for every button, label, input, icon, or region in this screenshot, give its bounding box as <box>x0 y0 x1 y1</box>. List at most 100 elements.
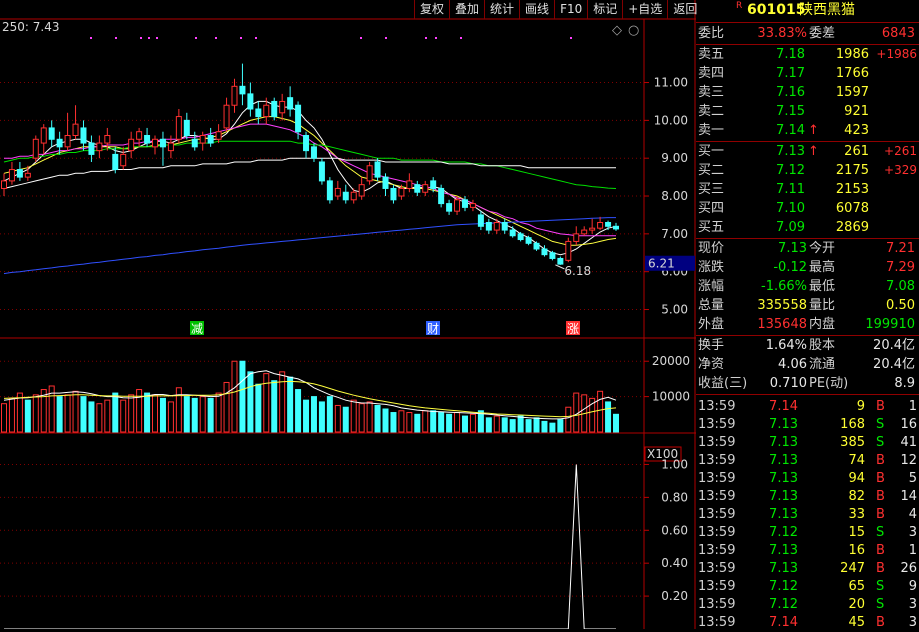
price-tick-label: 10.00 <box>654 113 688 127</box>
volume-bar <box>525 419 532 433</box>
volume-bar <box>303 399 310 433</box>
candle-body <box>430 180 437 189</box>
tick-volume: 45 <box>848 615 865 630</box>
price-ma-line-2 <box>4 123 616 237</box>
ask-row-2: 卖二 7.15 921 <box>696 102 919 121</box>
bid-row-5: 买五 7.09 2869 <box>696 218 919 237</box>
bid-label: 买三 <box>698 182 725 197</box>
price-tick-label: 5.00 <box>661 303 688 317</box>
tick-side: S <box>876 435 885 450</box>
candle-body <box>597 222 604 229</box>
candle-body <box>581 229 588 235</box>
volume-bar <box>112 392 119 433</box>
stat-row-2: 涨幅 -1.66% 最低 7.08 <box>696 277 919 296</box>
stat-row-3: 总量 335558 量比 0.50 <box>696 296 919 315</box>
volume-bar <box>318 401 325 433</box>
candle-body <box>239 85 246 95</box>
candle-body <box>279 100 286 114</box>
toolbar-button-0[interactable]: 复权 <box>414 0 449 19</box>
toolbar-button-3[interactable]: 画线 <box>519 0 554 19</box>
candle-body <box>287 97 294 110</box>
volume-bar <box>88 401 95 433</box>
fundamental-label: 换手 <box>698 338 725 353</box>
volume-bar <box>72 390 79 433</box>
candle-body <box>56 138 63 148</box>
top-marker-dot <box>240 37 242 39</box>
wei-bi-label: 委比 <box>698 26 725 41</box>
volume-bar <box>517 415 524 433</box>
fundamental-label: 收益(三) <box>698 376 748 391</box>
bid-row-3: 买三 7.11 2153 <box>696 180 919 199</box>
stat-label: 内盘 <box>809 317 836 332</box>
volume-bar <box>358 403 365 433</box>
candle-body <box>501 222 508 231</box>
ask-row-5: 卖五 7.18 1986 +1986 <box>696 45 919 64</box>
toolbar-button-2[interactable]: 统计 <box>484 0 519 19</box>
candle-body <box>112 153 119 171</box>
tick-time: 13:59 <box>698 435 736 450</box>
volume-bar <box>32 394 39 433</box>
candle-body <box>334 187 341 197</box>
candle-body <box>326 180 333 201</box>
stat-label: 涨跌 <box>698 260 725 275</box>
ask-change: +1986 <box>876 47 917 61</box>
toolbar-button-5[interactable]: 标记 <box>587 0 622 19</box>
candle-body <box>438 187 445 205</box>
candle-body <box>406 180 413 189</box>
tick-count: 9 <box>908 579 917 594</box>
candle-body <box>573 233 580 242</box>
event-marker-label: 财 <box>427 322 439 336</box>
toolbar-button-4[interactable]: F10 <box>554 0 587 19</box>
candle-body <box>88 142 95 155</box>
top-marker-dot <box>215 37 217 39</box>
tick-price: 7.13 <box>769 561 798 576</box>
volume-bar <box>207 397 214 433</box>
quote-panel: R 601015 陕西黑猫 委比 33.83% 委差 6843 卖五 7.18 1986 +1986… <box>696 0 919 632</box>
stat-value: 7.29 <box>886 260 915 275</box>
stat-value: 7.08 <box>886 279 915 294</box>
tick-price: 7.12 <box>769 597 798 612</box>
tick-count: 41 <box>900 435 917 450</box>
event-marker-label: 减 <box>191 322 203 336</box>
volume-bar <box>469 413 476 433</box>
event-marker-label: 涨 <box>567 321 579 336</box>
ask-label: 卖四 <box>698 66 725 81</box>
kline-chart-area[interactable]: ◇ ○250: 7.4311.0010.009.008.007.006.005.0… <box>0 0 696 629</box>
volume-bar <box>255 383 262 433</box>
candle-body <box>8 169 15 182</box>
tick-volume: 385 <box>840 435 865 450</box>
tick-price: 7.13 <box>769 507 798 522</box>
tick-side: B <box>876 471 885 486</box>
trade-tick-row: 13:59 7.14 45 B 3 <box>696 613 919 632</box>
ask-row-3: 卖三 7.16 1597 <box>696 83 919 102</box>
top-marker-dot <box>115 37 117 39</box>
tick-price: 7.14 <box>769 399 798 414</box>
tick-price: 7.12 <box>769 525 798 540</box>
tick-time: 13:59 <box>698 615 736 630</box>
tick-time: 13:59 <box>698 525 736 540</box>
candle-body <box>557 257 564 265</box>
volume-bar <box>342 406 349 433</box>
volume-bar <box>231 360 238 433</box>
volume-bar <box>438 412 445 433</box>
candle-body <box>80 127 87 144</box>
panel-separator <box>696 22 919 23</box>
candle-body <box>199 134 206 144</box>
toolbar-button-1[interactable]: 叠加 <box>449 0 484 19</box>
volume-bar <box>8 397 15 433</box>
stat-value: 335558 <box>757 298 807 313</box>
trade-tick-row: 13:59 7.13 74 B 12 <box>696 451 919 470</box>
fundamental-label: 股本 <box>809 338 836 353</box>
tick-volume: 16 <box>848 543 865 558</box>
candle-body <box>96 142 103 152</box>
toolbar-button-6[interactable]: +自选 <box>622 0 667 19</box>
ma-label: 250: 7.43 <box>2 20 59 34</box>
tick-side: B <box>876 561 885 576</box>
tick-volume: 15 <box>848 525 865 540</box>
stock-code: 601015 <box>747 2 806 18</box>
price-ma-line-4 <box>3 157 616 189</box>
price-ma-line-5 <box>3 217 616 275</box>
volume-ma-line-1 <box>3 380 617 418</box>
candle-body <box>40 127 47 144</box>
fundamental-label: 流通 <box>809 357 836 372</box>
